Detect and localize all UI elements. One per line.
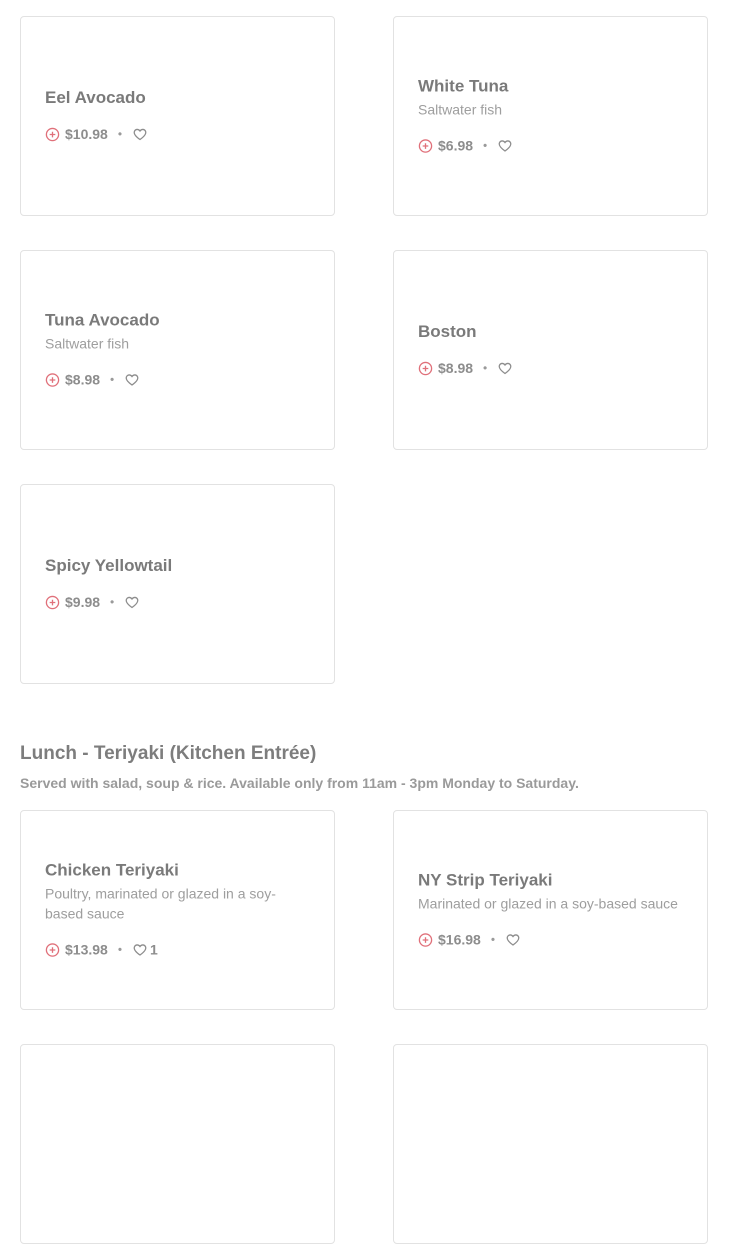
menu-item-card[interactable]: NY Strip Teriyaki Marinated or glazed in… — [393, 810, 708, 1010]
heart-icon[interactable] — [505, 932, 521, 948]
heart-icon[interactable] — [124, 372, 140, 388]
separator-dot: • — [483, 138, 488, 153]
item-description: Saltwater fish — [45, 335, 130, 352]
item-meta: $6.98 • — [418, 136, 683, 156]
plus-circle-icon[interactable] — [45, 942, 60, 957]
plus-circle-icon[interactable] — [418, 361, 433, 376]
item-meta: $10.98 • — [45, 124, 310, 144]
item-price: $10.98 — [65, 126, 108, 142]
menu-item-card[interactable]: Eel Avocado $10.98 • — [20, 16, 335, 216]
separator-dot: • — [117, 127, 123, 141]
menu-item-card[interactable]: Chicken Teriyaki Poultry, marinated or g… — [20, 810, 335, 1010]
plus-circle-icon[interactable] — [45, 372, 60, 387]
item-name: Eel Avocado — [45, 88, 146, 107]
item-meta: $8.98 • — [45, 370, 310, 390]
separator-dot: • — [490, 932, 496, 947]
item-price: $6.98 — [438, 137, 474, 154]
item-price: $9.98 — [65, 594, 101, 610]
item-name: Boston — [418, 322, 477, 341]
heart-icon[interactable] — [132, 942, 148, 958]
like-count: 1 — [150, 941, 158, 958]
item-price: $8.98 — [438, 360, 474, 376]
menu-item-card[interactable]: Spicy Yellowtail $9.98 • — [20, 484, 335, 684]
separator-dot: • — [483, 361, 488, 375]
item-meta: $16.98 • — [418, 930, 683, 950]
menu-item-card[interactable]: Boston $8.98 • — [393, 250, 708, 450]
item-price: $16.98 — [438, 931, 481, 948]
plus-circle-icon[interactable] — [45, 595, 60, 610]
item-description: Poultry, marinated or glazed in a soy-ba… — [45, 885, 276, 922]
separator-dot: • — [110, 595, 115, 609]
item-name: Tuna Avocado — [45, 310, 160, 330]
section-title: Lunch - Teriyaki (Kitchen Entrée) — [20, 743, 317, 764]
item-name: Chicken Teriyaki — [45, 860, 179, 880]
heart-icon[interactable] — [497, 138, 513, 154]
menu-item-card[interactable]: White Tuna Saltwater fish $6.98 • — [393, 16, 708, 216]
item-description: Saltwater fish — [418, 101, 503, 118]
plus-circle-icon[interactable] — [45, 127, 60, 142]
item-meta: $9.98 • — [45, 592, 310, 612]
menu-item-card[interactable]: Tuna Avocado Saltwater fish $8.98 • — [20, 250, 335, 450]
section-subtitle: Served with salad, soup & rice. Availabl… — [20, 775, 579, 791]
item-meta: $13.98 • 1 — [45, 940, 310, 960]
item-description: Marinated or glazed in a soy-based sauce — [418, 895, 678, 912]
heart-icon[interactable] — [124, 594, 140, 610]
plus-circle-icon[interactable] — [418, 932, 433, 947]
item-price: $8.98 — [65, 371, 101, 388]
item-name: White Tuna — [418, 76, 509, 96]
item-name: Spicy Yellowtail — [45, 556, 173, 575]
heart-icon[interactable] — [132, 126, 148, 142]
separator-dot: • — [110, 372, 115, 387]
heart-icon[interactable] — [497, 360, 513, 376]
item-name: NY Strip Teriyaki — [418, 870, 553, 890]
menu-item-card[interactable] — [393, 1044, 708, 1244]
plus-circle-icon[interactable] — [418, 138, 433, 153]
item-meta: $8.98 • — [418, 358, 683, 378]
menu-item-card[interactable] — [20, 1044, 335, 1244]
item-price: $13.98 — [65, 941, 108, 958]
separator-dot: • — [117, 942, 123, 957]
